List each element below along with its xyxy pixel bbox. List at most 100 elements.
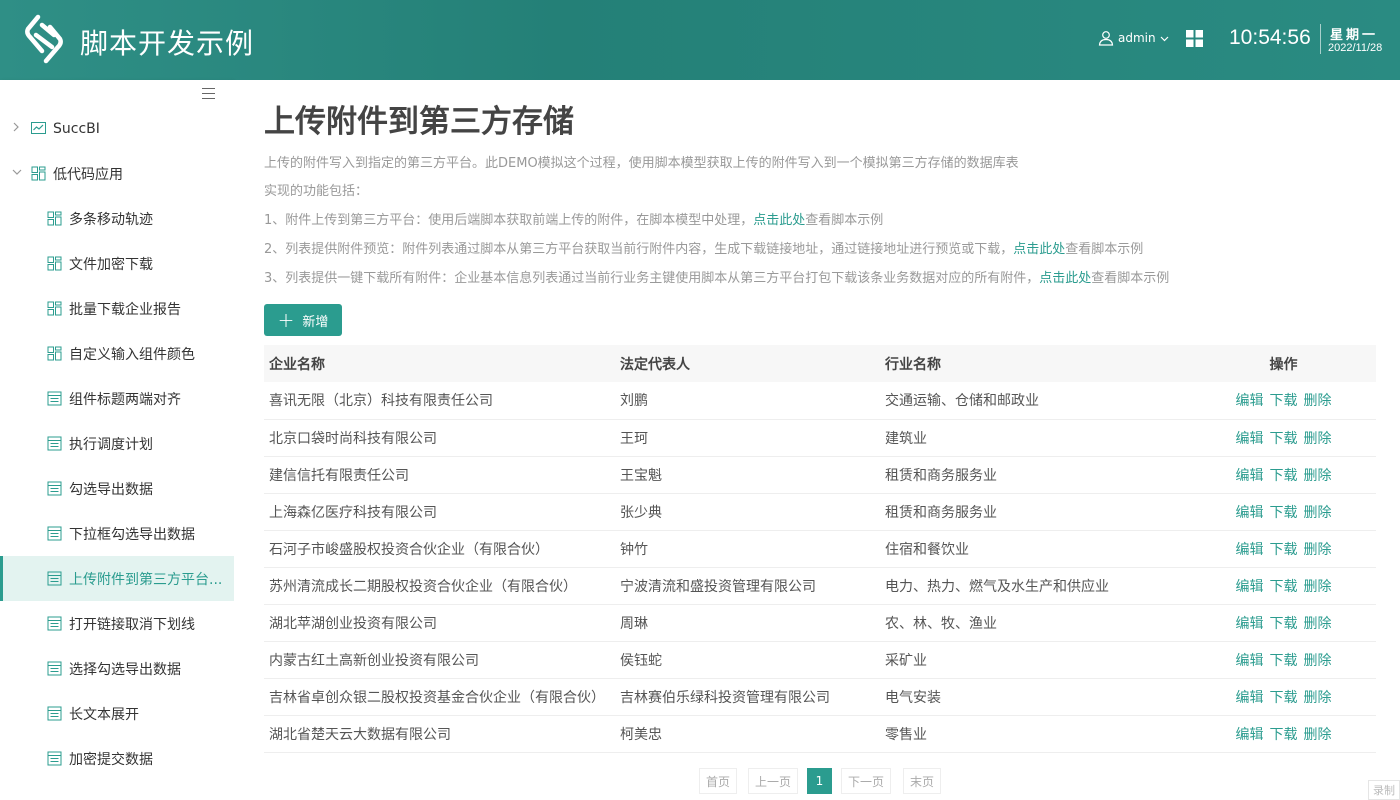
download-link[interactable]: 下载 xyxy=(1270,468,1298,484)
first-page-button[interactable]: 首页 xyxy=(699,768,737,794)
sidebar-item[interactable]: 长文本展开 xyxy=(0,691,234,736)
table-cell: 建筑业 xyxy=(880,419,1186,457)
sidebar-item[interactable]: 组件标题两端对齐 xyxy=(0,376,234,421)
delete-link[interactable]: 删除 xyxy=(1304,727,1332,743)
table-cell: 内蒙古红土高新创业投资有限公司 xyxy=(264,641,615,679)
sidebar-item-label: 加密提交数据 xyxy=(69,751,153,768)
edit-link[interactable]: 编辑 xyxy=(1236,727,1264,743)
table-cell: 电力、热力、燃气及水生产和供应业 xyxy=(880,567,1186,605)
edit-link[interactable]: 编辑 xyxy=(1236,393,1264,409)
menu-toggle-icon[interactable] xyxy=(202,88,215,99)
download-link[interactable]: 下载 xyxy=(1270,727,1298,743)
table-cell: 建信信托有限责任公司 xyxy=(264,456,615,494)
table-cell: 喜讯无限（北京）科技有限责任公司 xyxy=(264,382,615,420)
download-link[interactable]: 下载 xyxy=(1270,393,1298,409)
table-cell: 北京口袋时尚科技有限公司 xyxy=(264,419,615,457)
column-header[interactable]: 企业名称 xyxy=(264,345,615,382)
table-cell: 柯美忠 xyxy=(615,715,880,753)
edit-link[interactable]: 编辑 xyxy=(1236,690,1264,706)
sidebar-item[interactable]: 批量下载企业报告 xyxy=(0,286,234,331)
table-row[interactable]: 湖北省楚天云大数据有限公司 柯美忠 零售业 编辑 下载 删除 xyxy=(264,715,1376,753)
last-page-button[interactable]: 末页 xyxy=(903,768,941,794)
table-row[interactable]: 喜讯无限（北京）科技有限责任公司 刘鹏 交通运输、仓储和邮政业 编辑 下载 删除 xyxy=(264,382,1376,420)
plus-icon: + xyxy=(277,308,295,332)
column-header[interactable]: 法定代表人 xyxy=(615,345,880,382)
description-line: 上传的附件写入到指定的第三方平台。此DEMO模拟这个过程，使用脚本模型获取上传的… xyxy=(264,156,1019,171)
table-cell: 吉林赛伯乐绿科投资管理有限公司 xyxy=(615,678,880,716)
app-header: 脚本开发示例 admin 10:54:56 星期一 2022/11/28 xyxy=(0,0,1400,80)
edit-link[interactable]: 编辑 xyxy=(1236,542,1264,558)
delete-link[interactable]: 删除 xyxy=(1304,431,1332,447)
delete-link[interactable]: 删除 xyxy=(1304,468,1332,484)
current-page-button[interactable]: 1 xyxy=(807,768,832,794)
sidebar-item-label: 下拉框勾选导出数据 xyxy=(69,526,195,543)
download-link[interactable]: 下载 xyxy=(1270,690,1298,706)
date: 2022/11/28 xyxy=(1328,42,1383,54)
delete-link[interactable]: 删除 xyxy=(1304,653,1332,669)
sidebar-item[interactable]: 文件加密下载 xyxy=(0,241,234,286)
table-row[interactable]: 石河子市峻盛股权投资合伙企业（有限合伙） 钟竹 住宿和餐饮业 编辑 下载 删除 xyxy=(264,530,1376,568)
sidebar-item[interactable]: 自定义输入组件颜色 xyxy=(0,331,234,376)
download-link[interactable]: 下载 xyxy=(1270,431,1298,447)
edit-link[interactable]: 编辑 xyxy=(1236,579,1264,595)
script-example-link[interactable]: 点击此处 xyxy=(1039,271,1091,286)
record-tag[interactable]: 录制 xyxy=(1368,780,1400,800)
delete-link[interactable]: 删除 xyxy=(1304,393,1332,409)
sidebar-item[interactable]: 加密提交数据 xyxy=(0,736,234,781)
app-grid-icon xyxy=(47,256,62,271)
column-header[interactable]: 行业名称 xyxy=(880,345,1186,382)
sidebar-item[interactable]: 选择勾选导出数据 xyxy=(0,646,234,691)
sidebar-item[interactable]: 多条移动轨迹 xyxy=(0,196,234,241)
table-row[interactable]: 吉林省卓创众银二股权投资基金合伙企业（有限合伙） 吉林赛伯乐绿科投资管理有限公司电… xyxy=(264,678,1376,716)
chevron-down-icon xyxy=(1160,36,1169,41)
download-link[interactable]: 下载 xyxy=(1270,616,1298,632)
add-button[interactable]: + 新增 xyxy=(264,304,342,336)
edit-link[interactable]: 编辑 xyxy=(1236,505,1264,521)
table-row[interactable]: 苏州清流成长二期股权投资合伙企业（有限合伙） 宁波清流和盛投资管理有限公司 电力、热… xyxy=(264,567,1376,605)
delete-link[interactable]: 删除 xyxy=(1304,690,1332,706)
edit-link[interactable]: 编辑 xyxy=(1236,468,1264,484)
apps-grid-icon[interactable] xyxy=(1186,30,1203,47)
app-grid-icon xyxy=(47,211,62,226)
sidebar-item[interactable]: 下拉框勾选导出数据 xyxy=(0,511,234,556)
chevron-down-icon[interactable] xyxy=(12,168,22,179)
table-cell: 交通运输、仓储和邮政业 xyxy=(880,382,1186,420)
sidebar-item-label: 上传附件到第三方平台... xyxy=(69,571,223,588)
script-example-link[interactable]: 点击此处 xyxy=(1013,242,1065,257)
sidebar-item[interactable]: 打开链接取消下划线 xyxy=(0,601,234,646)
sidebar-item[interactable]: 上传附件到第三方平台... xyxy=(0,556,234,601)
delete-link[interactable]: 删除 xyxy=(1304,505,1332,521)
app-grid-icon xyxy=(47,301,62,316)
form-icon xyxy=(47,571,62,586)
chevron-right-icon[interactable] xyxy=(12,122,22,135)
form-icon xyxy=(47,616,62,631)
edit-link[interactable]: 编辑 xyxy=(1236,431,1264,447)
script-example-link[interactable]: 点击此处 xyxy=(753,213,805,228)
sidebar-item[interactable]: 勾选导出数据 xyxy=(0,466,234,511)
sidebar-item[interactable]: 执行调度计划 xyxy=(0,421,234,466)
row-actions: 编辑 下载 删除 xyxy=(1186,678,1376,716)
download-link[interactable]: 下载 xyxy=(1270,653,1298,669)
download-link[interactable]: 下载 xyxy=(1270,579,1298,595)
edit-link[interactable]: 编辑 xyxy=(1236,653,1264,669)
table-row[interactable]: 上海森亿医疗科技有限公司 张少典 租赁和商务服务业 编辑 下载 删除 xyxy=(264,493,1376,531)
table-row[interactable]: 湖北苹湖创业投资有限公司 周琳 农、林、牧、渔业 编辑 下载 删除 xyxy=(264,604,1376,642)
download-link[interactable]: 下载 xyxy=(1270,542,1298,558)
next-page-button[interactable]: 下一页 xyxy=(841,768,891,794)
table-cell: 农、林、牧、渔业 xyxy=(880,604,1186,642)
edit-link[interactable]: 编辑 xyxy=(1236,616,1264,632)
table-row[interactable]: 北京口袋时尚科技有限公司 王珂 建筑业 编辑 下载 删除 xyxy=(264,419,1376,457)
prev-page-button[interactable]: 上一页 xyxy=(748,768,798,794)
table-row[interactable]: 内蒙古红土高新创业投资有限公司 侯钰蛇 采矿业 编辑 下载 删除 xyxy=(264,641,1376,679)
table-cell: 零售业 xyxy=(880,715,1186,753)
table-cell: 租赁和商务服务业 xyxy=(880,493,1186,531)
delete-link[interactable]: 删除 xyxy=(1304,542,1332,558)
user-menu[interactable]: admin xyxy=(1098,30,1169,46)
sidebar-item[interactable]: SuccBI xyxy=(0,106,234,151)
sidebar-item[interactable]: 低代码应用 xyxy=(0,151,234,196)
download-link[interactable]: 下载 xyxy=(1270,505,1298,521)
table-row[interactable]: 建信信托有限责任公司 王宝魁 租赁和商务服务业 编辑 下载 删除 xyxy=(264,456,1376,494)
delete-link[interactable]: 删除 xyxy=(1304,579,1332,595)
table-cell: 电气安装 xyxy=(880,678,1186,716)
delete-link[interactable]: 删除 xyxy=(1304,616,1332,632)
